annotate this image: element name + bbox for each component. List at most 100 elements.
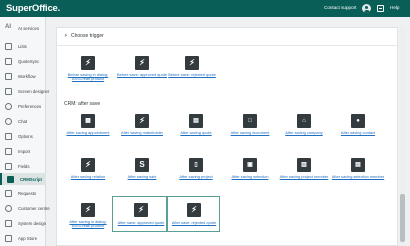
trigger-card-selected[interactable]: ⚡︎ After save: approved quote [112,196,168,232]
trigger-link[interactable]: After saving quote [168,130,224,135]
sidebar-item-label: Chat [18,118,28,124]
divider [56,45,398,46]
trigger-link[interactable]: After save: approved quote [113,220,169,225]
trigger-card[interactable]: ⚡︎ Before saving in dialog: ASSCreati pr… [60,55,116,83]
avatar[interactable] [362,4,371,13]
sidebar-item-label: AI services [18,25,40,31]
trigger-link[interactable]: After saving contact [330,130,386,135]
trigger-card[interactable]: ▯ After saving project [168,157,224,185]
trigger-card[interactable]: ⚡︎ Before save: rejected quote [164,55,220,83]
truck-icon: ▤ [189,114,203,128]
sidebar-item-label: CRMScript [20,176,42,182]
trigger-link[interactable]: After saving project [168,174,224,179]
sidebar-item-label: Lists [18,43,27,49]
sidebar-item-preferences[interactable]: Preferences [0,100,46,112]
trigger-link[interactable]: After saving company [276,130,332,135]
trigger-card[interactable]: ▤ After saving selection member [330,157,386,185]
trigger-card[interactable]: ⚡︎ After saving makeholder [114,113,170,141]
sidebar-item-label: App Store [18,235,38,241]
trigger-card[interactable]: S After saving sale [114,157,170,185]
bolt-icon: ⚡︎ [81,56,95,70]
list-icon [5,42,12,50]
sidebar-item-options[interactable]: Options [0,130,46,142]
sidebar-item-ai-services[interactable]: AI AI services [0,22,46,34]
trigger-card[interactable]: □ After saving document [222,113,278,141]
bolt-icon: ⚡︎ [81,158,95,172]
bolt-icon: ⚡︎ [134,203,148,217]
selection-member-icon: ▤ [351,158,365,172]
trigger-link[interactable]: Before save: rejected quote [164,72,220,77]
bolt-icon: ⚡︎ [185,56,199,70]
trigger-card[interactable]: ⚡︎ Before save: approved quote [114,55,170,83]
sidebar-item-label: System design [18,220,47,226]
document-icon: □ [243,114,257,128]
trigger-card[interactable]: ● After saving contact [330,113,386,141]
customer-centre-icon [5,204,12,212]
app-logo[interactable]: SuperOffice. [6,3,60,14]
trigger-card[interactable]: ⌂ After saving company [276,113,332,141]
trigger-link[interactable]: Before saving in dialog: ASSCreati produ… [60,72,116,82]
contact-support-link[interactable]: Contact support [324,5,356,10]
trigger-link[interactable]: After saving document [222,130,278,135]
trigger-link[interactable]: After saving project member [276,174,332,179]
trigger-link[interactable]: After save: rejected quote [167,220,221,225]
sidebar-item-label: Import [18,148,31,154]
trigger-link[interactable]: After saving makeholder [114,130,170,135]
sidebar-item-chat[interactable]: Chat [0,115,46,127]
trigger-link[interactable]: After saving sale [114,174,170,179]
trigger-card[interactable]: ⚡︎ After saving in dialog: ASSCreati pro… [60,202,116,230]
sync-icon [5,57,12,65]
options-icon [5,132,12,140]
workflow-icon [5,72,12,80]
sidebar-item-crmscript[interactable]: CRMScript [0,173,46,185]
ai-icon: AI [5,24,11,30]
trigger-link[interactable]: After saving selection [222,174,278,179]
top-bar: SuperOffice. Contact support Help [0,0,410,17]
trigger-card[interactable]: ⚡︎ After saving relation [60,157,116,185]
app-store-icon [5,234,12,242]
scrollbar-thumb[interactable] [400,194,405,242]
dollar-icon: S [135,158,149,172]
sidebar-item-app-store[interactable]: App Store [0,232,46,244]
choose-trigger-label: Choose trigger [71,33,104,39]
trigger-link[interactable]: After saving selection member [330,174,386,179]
clipboard-icon: ▯ [189,158,203,172]
trigger-link[interactable]: After saving in dialog: ASSCreati produc… [60,219,116,229]
sidebar-item-screen-designer[interactable]: Screen designer [0,85,50,97]
project-member-icon: ▥ [297,158,311,172]
settings-icon[interactable] [377,5,384,12]
trigger-link[interactable]: After saving relation [60,174,116,179]
trigger-card[interactable]: ▦ After saving appointment [60,113,116,141]
sidebar-item-label: Customer centre [18,205,50,211]
trigger-link[interactable]: After saving appointment [60,130,116,135]
sidebar-item-quotesync[interactable]: QuoteSync [0,55,46,67]
trigger-card[interactable]: ▣ After saving selection [222,157,278,185]
sidebar-item-workflow[interactable]: Workflow [0,70,46,82]
sidebar-item-label: Workflow [18,73,36,79]
sidebar: AI AI services Lists QuoteSync Workflow … [0,17,50,246]
sidebar-item-fields[interactable]: Fields [0,160,46,172]
person-icon: ● [351,114,365,128]
sidebar-item-label: Preferences [18,103,42,109]
system-design-icon [5,219,12,227]
company-icon: ⌂ [297,114,311,128]
bolt-icon: ⚡︎ [135,56,149,70]
chat-icon [5,117,12,125]
sidebar-item-system-design[interactable]: System design [0,217,46,229]
choose-trigger-row[interactable]: ⚡︎ Choose trigger [64,33,104,39]
trigger-card-selected[interactable]: ⚡︎ After save: rejected quote [166,196,220,232]
bolt-icon: ⚡︎ [135,114,149,128]
bolt-icon: ⚡︎ [187,203,201,217]
trigger-card[interactable]: ▥ After saving project member [276,157,332,185]
selection-icon: ▣ [243,158,257,172]
sidebar-item-label: Fields [18,163,30,169]
help-link[interactable]: Help [390,5,399,10]
sidebar-item-import[interactable]: Import [0,145,46,157]
sidebar-item-lists[interactable]: Lists [0,40,46,52]
sidebar-item-customer-centre[interactable]: Customer centre [0,202,50,214]
sidebar-item-label: Screen designer [18,88,50,94]
fields-icon [5,162,12,170]
trigger-card[interactable]: ▤ After saving quote [168,113,224,141]
sidebar-item-requests[interactable]: Requests [0,187,46,199]
trigger-link[interactable]: Before save: approved quote [114,72,170,77]
